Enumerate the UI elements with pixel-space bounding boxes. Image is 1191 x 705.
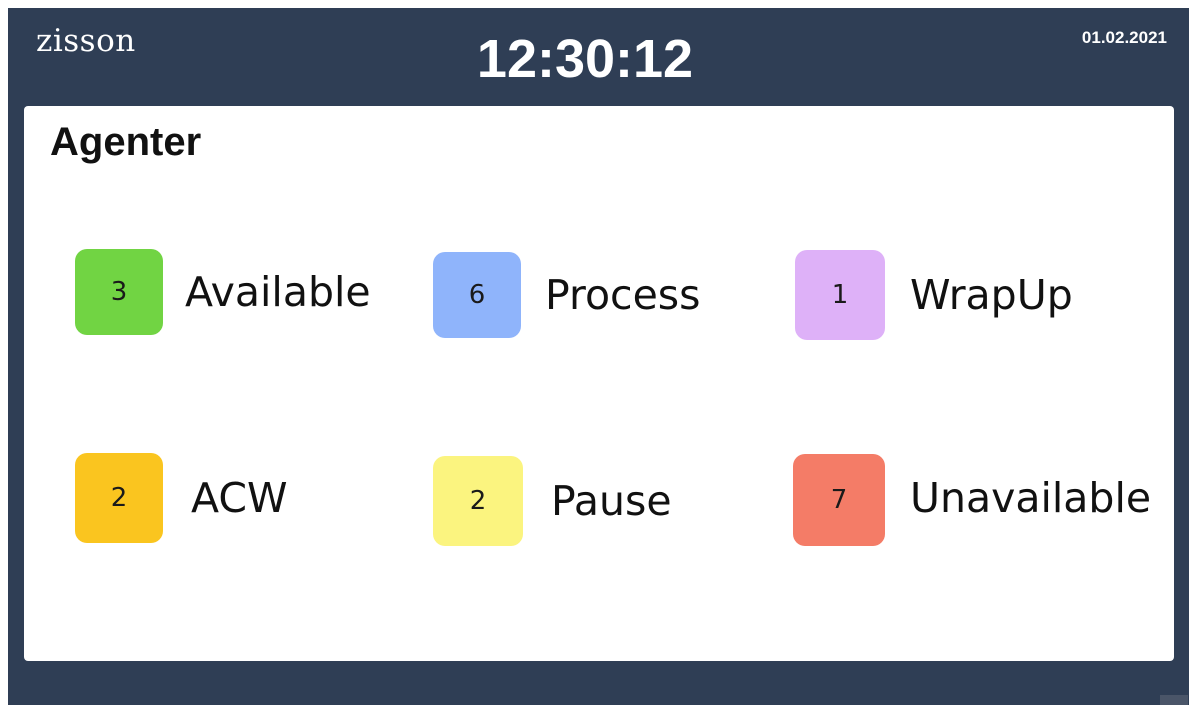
- pause-count-badge: 2: [433, 456, 523, 546]
- available-label: Available: [185, 268, 371, 316]
- wrapup-count-badge: 1: [795, 250, 885, 340]
- wrapup-label: WrapUp: [910, 271, 1073, 319]
- agents-panel: Agenter 3 Available 6 Process 1 WrapUp 2…: [24, 106, 1174, 661]
- unavailable-count-badge: 7: [793, 454, 885, 546]
- process-count-badge: 6: [433, 252, 521, 338]
- clock: 12:30:12: [476, 29, 694, 89]
- acw-label: ACW: [191, 474, 288, 522]
- dashboard-screen: zisson 12:30:12 01.02.2021 Agenter 3 Ava…: [8, 8, 1189, 705]
- date: 01.02.2021: [1081, 28, 1167, 47]
- process-label: Process: [545, 271, 701, 319]
- panel-title: Agenter: [50, 120, 202, 164]
- acw-count-badge: 2: [75, 453, 163, 543]
- available-count-badge: 3: [75, 249, 163, 335]
- unavailable-label: Unavailable: [910, 474, 1152, 522]
- corner-handle: [1160, 695, 1188, 705]
- pause-label: Pause: [551, 477, 672, 525]
